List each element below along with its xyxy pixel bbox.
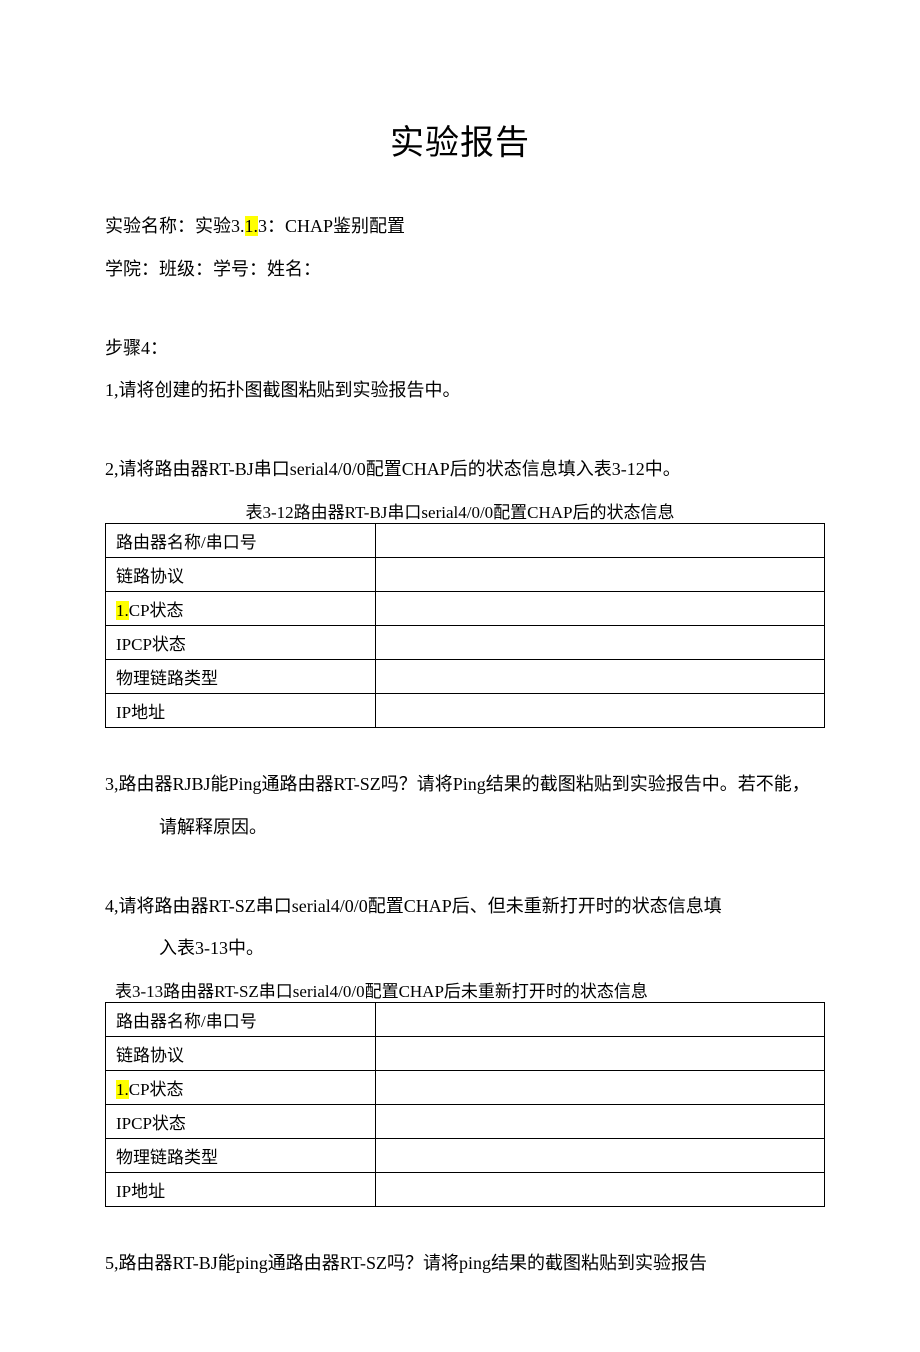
question-1: 1,请将创建的拓扑图截图粘贴到实验报告中。 [105,376,815,405]
table-row: 物理链路类型 [106,659,825,693]
table-label-cell: 物理链路类型 [106,659,376,693]
table-1-body: 路由器名称/串口号链路协议1.CP状态IPCP状态物理链路类型IP地址 [106,523,825,727]
table-row: IPCP状态 [106,1105,825,1139]
student-info-line: 学院：班级：学号：姓名： [105,255,815,284]
table-label-cell: 物理链路类型 [106,1139,376,1173]
document-title: 实验报告 [105,115,815,164]
table-label-cell: IP地址 [106,693,376,727]
experiment-name-line: 实验名称：实验3.1.3：CHAP鉴别配置 [105,212,815,241]
table-value-cell [376,1071,825,1105]
table-row: 1.CP状态 [106,1071,825,1105]
table-label-cell: 1.CP状态 [106,1071,376,1105]
question-2: 2,请将路由器RT-BJ串口serial4/0/0配置CHAP后的状态信息填入表… [105,455,815,484]
table-row: 物理链路类型 [106,1139,825,1173]
table-value-cell [376,557,825,591]
table-value-cell [376,1105,825,1139]
table-1-caption: 表3-12路由器RT-BJ串口serial4/0/0配置CHAP后的状态信息 [105,498,815,523]
table-row: 路由器名称/串口号 [106,523,825,557]
table-label-cell: IP地址 [106,1173,376,1207]
table-value-cell [376,1173,825,1207]
question-4-line-b: 入表3-13中。 [105,934,815,963]
table-1: 路由器名称/串口号链路协议1.CP状态IPCP状态物理链路类型IP地址 [105,523,825,728]
highlight-text: 1. [116,601,129,620]
table-label-cell: IPCP状态 [106,1105,376,1139]
table-row: 1.CP状态 [106,591,825,625]
table-value-cell [376,1139,825,1173]
question-3-line-b: 请解释原因。 [105,813,815,842]
table-value-cell [376,591,825,625]
table-value-cell [376,693,825,727]
document-page: 实验报告 实验名称：实验3.1.3：CHAP鉴别配置 学院：班级：学号：姓名： … [0,0,920,1352]
table-value-cell [376,523,825,557]
table-label-cell: 路由器名称/串口号 [106,523,376,557]
step-heading: 步骤4： [105,334,815,363]
table-value-cell [376,1037,825,1071]
table-row: 路由器名称/串口号 [106,1003,825,1037]
table-value-cell [376,659,825,693]
question-4-line-a: 4,请将路由器RT-SZ串口serial4/0/0配置CHAP后、但未重新打开时… [105,892,815,921]
table-2-body: 路由器名称/串口号链路协议1.CP状态IPCP状态物理链路类型IP地址 [106,1003,825,1207]
experiment-name-suffix: 3：CHAP鉴别配置 [258,216,405,236]
table-row: IP地址 [106,1173,825,1207]
highlight-text: 1. [116,1080,129,1099]
table-value-cell [376,1003,825,1037]
table-row: 链路协议 [106,1037,825,1071]
table-2: 路由器名称/串口号链路协议1.CP状态IPCP状态物理链路类型IP地址 [105,1002,825,1207]
table-2-caption: 表3-13路由器RT-SZ串口serial4/0/0配置CHAP后未重新打开时的… [105,977,815,1002]
table-row: IP地址 [106,693,825,727]
table-label-cell: 链路协议 [106,1037,376,1071]
question-5: 5,路由器RT-BJ能ping通路由器RT-SZ吗？请将ping结果的截图粘贴到… [105,1249,815,1278]
highlight-text: 1. [245,216,259,236]
experiment-name-prefix: 实验名称：实验3. [105,216,245,236]
table-label-cell: 链路协议 [106,557,376,591]
table-label-cell: 路由器名称/串口号 [106,1003,376,1037]
table-label-cell: IPCP状态 [106,625,376,659]
question-3-line-a: 3,路由器RJBJ能Ping通路由器RT-SZ吗？请将Ping结果的截图粘贴到实… [105,770,815,799]
table-value-cell [376,625,825,659]
table-label-cell: 1.CP状态 [106,591,376,625]
table-row: IPCP状态 [106,625,825,659]
table-row: 链路协议 [106,557,825,591]
